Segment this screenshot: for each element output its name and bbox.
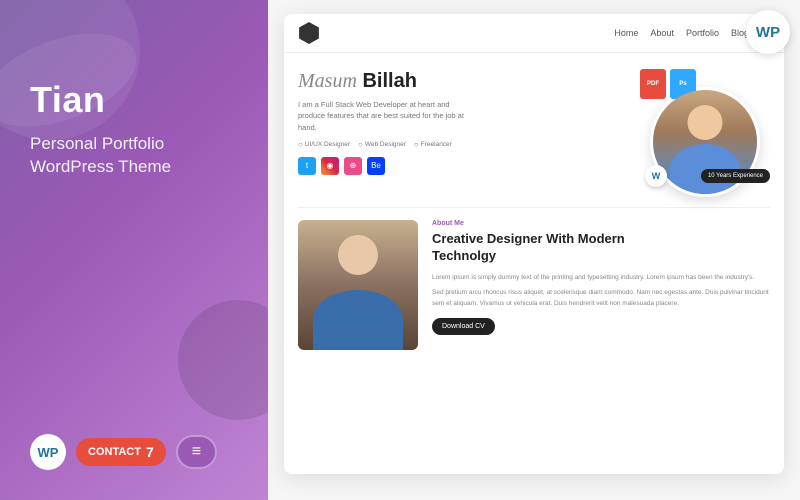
wp-corner-badge: WP — [746, 10, 790, 54]
sidebar-badges: WP CONTACT 7 ≡ — [30, 434, 238, 470]
hero-description: I am a Full Stack Web Developer at heart… — [298, 99, 478, 133]
hero-name: Masum Billah — [298, 69, 626, 93]
about-text-content: About Me Creative Designer With Modern T… — [432, 220, 770, 350]
nav-portfolio[interactable]: Portfolio — [686, 28, 719, 39]
download-cv-button[interactable]: Download CV — [432, 318, 495, 335]
preview-hero: Masum Billah I am a Full Stack Web Devel… — [284, 53, 784, 207]
nav-home[interactable]: Home — [614, 28, 638, 39]
sidebar-title: Tian — [30, 80, 238, 120]
about-paragraph-2: Sed pretium arcu rhoncus risus aliquet, … — [432, 288, 770, 309]
hero-first-name: Masum — [298, 70, 357, 92]
main-content: WP Home About Portfolio Blog ⋯ Masum Bil… — [268, 0, 800, 500]
preview-about-section: About Me Creative Designer With Modern T… — [284, 208, 784, 362]
instagram-button[interactable]: ◉ — [321, 157, 339, 175]
hero-tag-web: Web Designer — [358, 140, 406, 149]
hero-tag-freelance: Freelancer — [414, 140, 452, 149]
dribbble-button[interactable]: ⊕ — [344, 157, 362, 175]
hero-last-name: Billah — [362, 70, 416, 92]
twitter-button[interactable]: t — [298, 157, 316, 175]
about-title: Creative Designer With Modern Technolgy — [432, 231, 770, 265]
about-person-image — [298, 220, 418, 350]
nav-about[interactable]: About — [650, 28, 674, 39]
wordpress-badge: WP — [30, 434, 66, 470]
elementor-badge: ≡ — [176, 435, 217, 469]
about-label: About Me — [432, 220, 770, 227]
hero-image-area: PDF Ps W 10 Years Experience — [640, 69, 770, 197]
behance-button[interactable]: Be — [367, 157, 385, 175]
about-paragraph-1: Lorem ipsum is simply dummy text of the … — [432, 273, 770, 283]
contact-form-badge: CONTACT 7 — [76, 438, 166, 466]
sidebar: Tian Personal Portfolio WordPress Theme … — [0, 0, 268, 500]
experience-badge: 10 Years Experience — [701, 169, 770, 183]
w-badge: W — [645, 165, 667, 187]
hero-social-links: t ◉ ⊕ Be — [298, 157, 626, 175]
preview-navbar: Home About Portfolio Blog ⋯ — [284, 14, 784, 53]
theme-preview-card: Home About Portfolio Blog ⋯ Masum Billah… — [284, 14, 784, 474]
hero-tag-ux: UI/UX Designer — [298, 140, 350, 149]
hero-tags: UI/UX Designer Web Designer Freelancer — [298, 140, 626, 149]
preview-logo-icon — [298, 22, 320, 44]
hero-text-area: Masum Billah I am a Full Stack Web Devel… — [298, 69, 626, 197]
sidebar-subtitle: Personal Portfolio WordPress Theme — [30, 132, 238, 180]
